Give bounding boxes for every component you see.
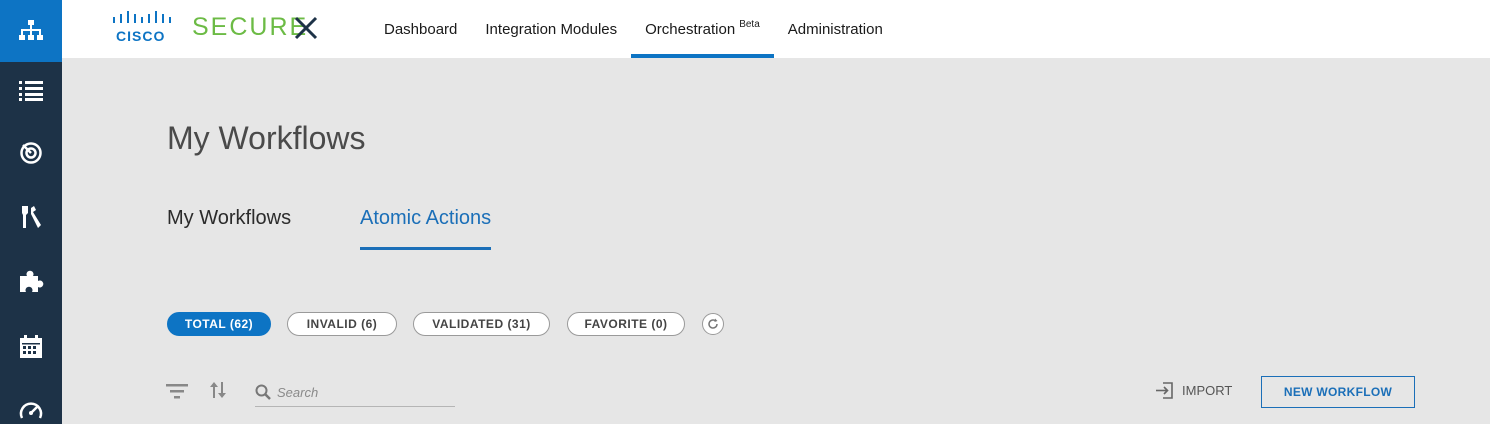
beta-badge: Beta — [739, 18, 760, 30]
filter-icon[interactable] — [166, 382, 188, 400]
cisco-bars-icon — [113, 11, 171, 23]
top-bar: CISCO SECURE Dashboard Integration Modul… — [62, 0, 1490, 58]
sort-icon[interactable] — [209, 380, 227, 400]
import-button[interactable]: IMPORT — [1155, 382, 1232, 399]
secure-x-icon — [294, 16, 318, 40]
left-rail — [0, 0, 62, 424]
search-icon — [255, 384, 271, 400]
filter-favorite[interactable]: FAVORITE (0) — [567, 312, 685, 336]
nav-dashboard[interactable]: Dashboard — [370, 0, 471, 58]
rail-item-orchestration[interactable] — [0, 0, 62, 62]
workflow-toolbar: IMPORT NEW WORKFLOW — [0, 374, 1490, 414]
puzzle-icon — [20, 270, 44, 292]
search-field — [255, 378, 455, 407]
search-input[interactable] — [277, 382, 452, 402]
main-nav: Dashboard Integration Modules Orchestrat… — [370, 0, 897, 58]
import-label: IMPORT — [1182, 383, 1233, 398]
radar-target-icon — [20, 142, 42, 164]
filter-validated[interactable]: VALIDATED (31) — [413, 312, 550, 336]
rail-item-tools[interactable] — [0, 186, 62, 248]
tab-my-workflows[interactable]: My Workflows — [167, 200, 291, 250]
nav-label: Integration Modules — [485, 20, 618, 38]
cisco-wordmark: CISCO — [116, 28, 166, 44]
calendar-icon — [20, 335, 42, 358]
nav-orchestration[interactable]: Orchestration Beta — [631, 0, 774, 58]
refresh-icon — [708, 318, 718, 329]
nav-integration-modules[interactable]: Integration Modules — [471, 0, 631, 58]
nav-label: Orchestration — [645, 20, 736, 38]
rail-item-calendar[interactable] — [0, 316, 62, 378]
network-hierarchy-icon — [19, 20, 43, 40]
new-workflow-button[interactable]: NEW WORKFLOW — [1261, 376, 1415, 408]
filter-total[interactable]: TOTAL (62) — [167, 312, 271, 336]
filter-invalid[interactable]: INVALID (6) — [287, 312, 397, 336]
page-title: My Workflows — [167, 120, 366, 156]
refresh-button[interactable] — [702, 313, 724, 335]
tab-atomic-actions[interactable]: Atomic Actions — [360, 200, 492, 250]
nav-label: Administration — [787, 20, 883, 38]
rail-item-modules[interactable] — [0, 250, 62, 312]
nav-administration[interactable]: Administration — [774, 0, 897, 58]
list-icon — [19, 81, 43, 101]
rail-item-list[interactable] — [0, 59, 62, 121]
rail-item-radar[interactable] — [0, 122, 62, 184]
cisco-logo: CISCO — [110, 10, 172, 46]
tools-icon — [22, 206, 41, 228]
nav-label: Dashboard — [384, 20, 458, 38]
product-wordmark: SECURE — [192, 13, 309, 41]
import-icon — [1156, 382, 1173, 399]
